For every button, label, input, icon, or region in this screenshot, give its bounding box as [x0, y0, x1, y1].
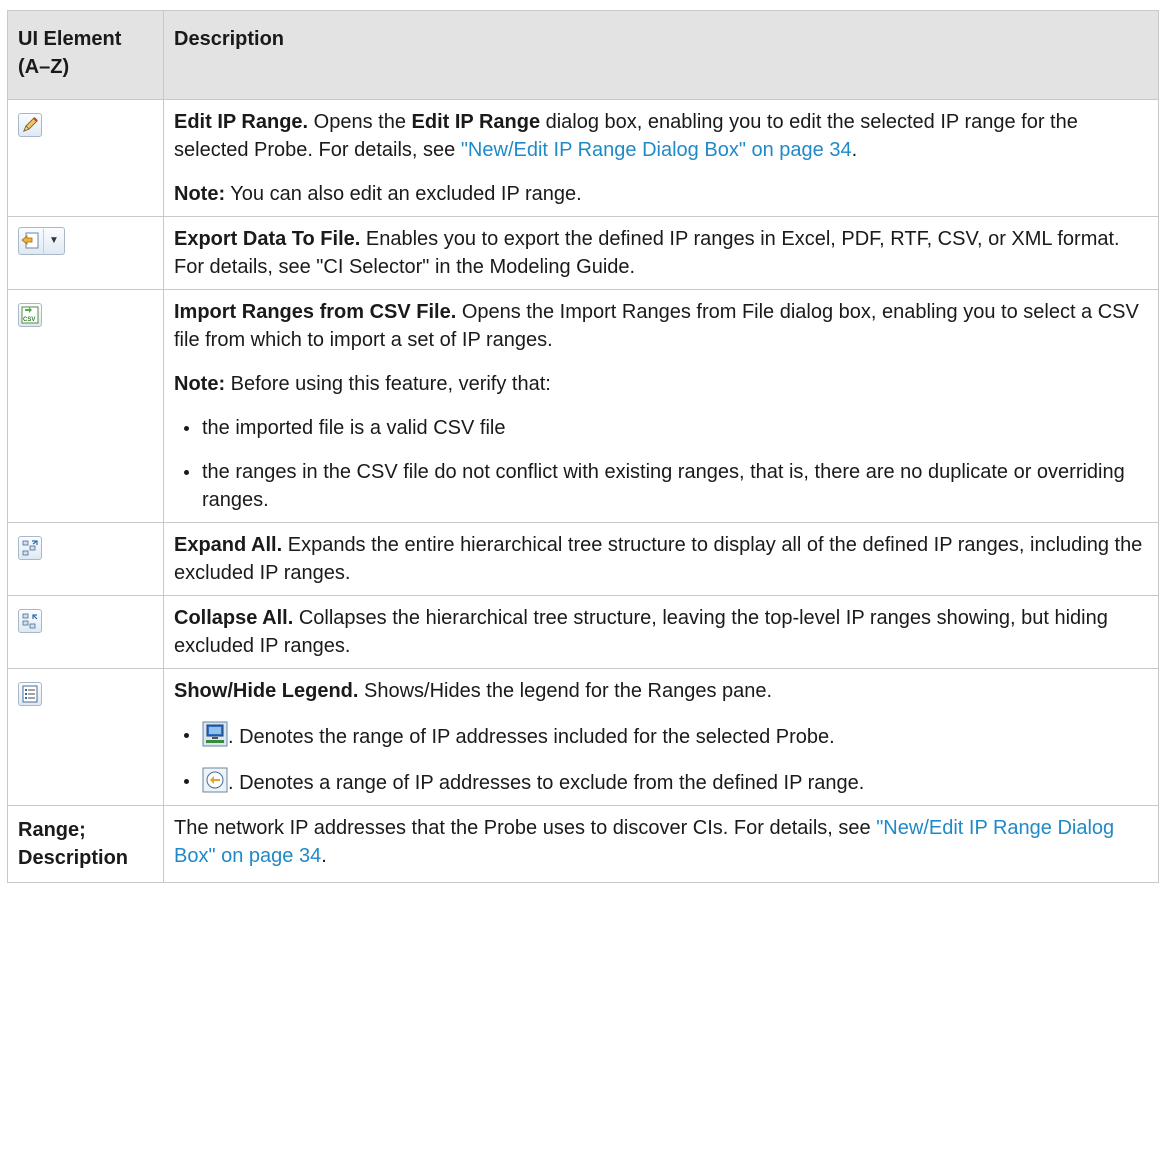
- ui-element-label: Range; Description: [7, 805, 164, 883]
- svg-text:CSV: CSV: [23, 317, 35, 323]
- row-text: .: [321, 845, 327, 867]
- note-label: Note:: [174, 183, 226, 205]
- import-paragraph: Import Ranges from CSV File. Opens the I…: [174, 298, 1148, 354]
- list-item: . Denotes a range of IP addresses to exc…: [184, 767, 1148, 797]
- ui-element-cell: [7, 522, 164, 596]
- row-title: Expand All.: [174, 534, 283, 556]
- range-paragraph: The network IP addresses that the Probe …: [174, 814, 1148, 870]
- table-row: Collapse All. Collapses the hierarchical…: [7, 595, 1159, 669]
- row-text: .: [851, 139, 858, 161]
- edit-ip-range-paragraph: Edit IP Range. Opens the Edit IP Range d…: [174, 108, 1148, 164]
- description-cell: Edit IP Range. Opens the Edit IP Range d…: [163, 99, 1159, 217]
- list-item: the ranges in the CSV file do not confli…: [184, 458, 1148, 514]
- row-title: Show/Hide Legend.: [174, 680, 359, 702]
- header-description: Description: [163, 10, 1159, 100]
- expand-paragraph: Expand All. Expands the entire hierarchi…: [174, 531, 1148, 587]
- ui-element-cell: CSV: [7, 289, 164, 523]
- new-edit-ip-range-link[interactable]: "New/Edit IP Range Dialog Box" on page 3…: [461, 139, 852, 161]
- row-text: Opens the: [308, 111, 412, 133]
- row-text: The network IP addresses that the Probe …: [174, 817, 877, 839]
- list-item: . Denotes the range of IP addresses incl…: [184, 721, 1148, 751]
- legend-paragraph: Show/Hide Legend. Shows/Hides the legend…: [174, 677, 1148, 705]
- included-range-icon: [202, 721, 228, 747]
- excluded-range-icon: [202, 767, 228, 793]
- ui-element-cell: [7, 668, 164, 806]
- row-title: Export Data To File.: [174, 228, 361, 250]
- legend-text: . Denotes the range of IP addresses incl…: [228, 726, 835, 748]
- note-paragraph: Note: You can also edit an excluded IP r…: [174, 180, 1148, 208]
- row-title: Import Ranges from CSV File.: [174, 301, 457, 323]
- ui-element-cell: [7, 595, 164, 669]
- table-row: Expand All. Expands the entire hierarchi…: [7, 522, 1159, 596]
- ui-elements-table: UI Element (A–Z) Description Edit IP Ran…: [7, 10, 1159, 883]
- table-header-row: UI Element (A–Z) Description: [7, 10, 1159, 100]
- table-row: Show/Hide Legend. Shows/Hides the legend…: [7, 668, 1159, 806]
- header-ui-element: UI Element (A–Z): [7, 10, 164, 100]
- row-text: Shows/Hides the legend for the Ranges pa…: [358, 680, 773, 702]
- verify-list: the imported file is a valid CSV file th…: [174, 414, 1148, 514]
- export-data-dropdown-button: ▼: [18, 227, 65, 255]
- chevron-down-icon: ▼: [43, 229, 64, 253]
- expand-all-icon: [18, 535, 42, 560]
- collapse-all-icon: [18, 608, 42, 633]
- table-row: ▼ Export Data To File. Enables you to ex…: [7, 216, 1159, 290]
- legend-text: . Denotes a range of IP addresses to exc…: [228, 772, 865, 794]
- pencil-edit-icon: [18, 112, 42, 137]
- row-title: Collapse All.: [174, 607, 294, 629]
- description-cell: The network IP addresses that the Probe …: [163, 805, 1159, 883]
- table-row: Range; Description The network IP addres…: [7, 805, 1159, 883]
- note-text: You can also edit an excluded IP range.: [225, 183, 582, 205]
- table-row: CSV Import Ranges from CSV File. Opens t…: [7, 289, 1159, 523]
- description-cell: Export Data To File. Enables you to expo…: [163, 216, 1159, 290]
- note-label: Note:: [174, 373, 226, 395]
- dialog-name: Edit IP Range: [411, 111, 541, 133]
- legend-list: . Denotes the range of IP addresses incl…: [174, 721, 1148, 797]
- export-data-icon: [19, 229, 43, 253]
- ui-element-cell: [7, 99, 164, 217]
- description-cell: Collapse All. Collapses the hierarchical…: [163, 595, 1159, 669]
- list-item: the imported file is a valid CSV file: [184, 414, 1148, 442]
- row-text: Expands the entire hierarchical tree str…: [174, 534, 1143, 584]
- import-csv-icon: CSV: [18, 302, 42, 327]
- export-paragraph: Export Data To File. Enables you to expo…: [174, 225, 1148, 281]
- description-cell: Import Ranges from CSV File. Opens the I…: [163, 289, 1159, 523]
- note-paragraph: Note: Before using this feature, verify …: [174, 370, 1148, 398]
- row-title: Edit IP Range.: [174, 111, 309, 133]
- description-cell: Show/Hide Legend. Shows/Hides the legend…: [163, 668, 1159, 806]
- row-text: Collapses the hierarchical tree structur…: [174, 607, 1108, 657]
- description-cell: Expand All. Expands the entire hierarchi…: [163, 522, 1159, 596]
- table-row: Edit IP Range. Opens the Edit IP Range d…: [7, 99, 1159, 217]
- legend-icon: [18, 681, 42, 706]
- ui-element-cell: ▼: [7, 216, 164, 290]
- note-text: Before using this feature, verify that:: [225, 373, 551, 395]
- collapse-paragraph: Collapse All. Collapses the hierarchical…: [174, 604, 1148, 660]
